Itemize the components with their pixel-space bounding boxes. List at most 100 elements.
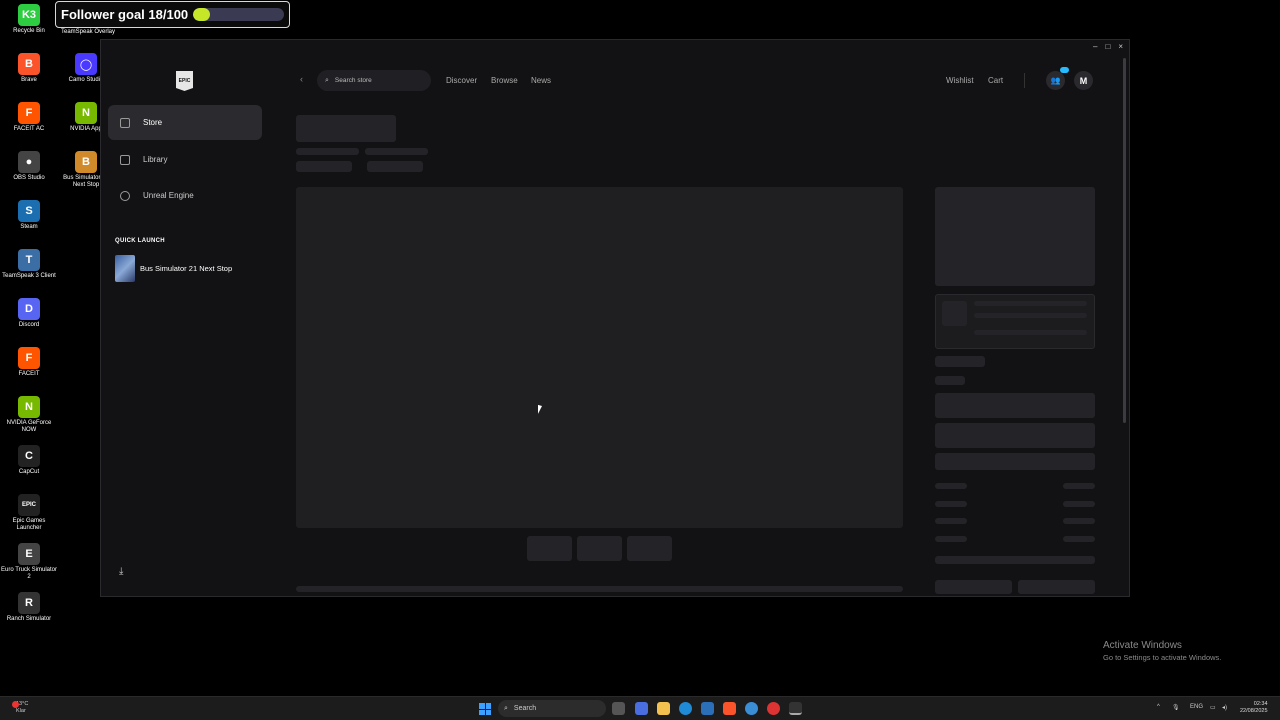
store-icon[interactable] (701, 702, 714, 715)
capcut-icon: C (18, 445, 40, 467)
search-icon: ⌕ (504, 704, 508, 712)
quick-launch-item[interactable]: Bus Simulator 21 Next Stop (115, 255, 232, 282)
scrollbar[interactable] (1123, 58, 1126, 423)
follower-goal-bar (193, 8, 284, 21)
nav-link-discover[interactable]: Discover (446, 76, 477, 85)
search-icon: ⌕ (325, 76, 329, 84)
desktop-icon-steam[interactable]: S Steam (0, 200, 58, 231)
skeleton-line (1063, 536, 1095, 542)
faceit-ac-icon: F (18, 102, 40, 124)
desktop-icon-label: NVIDIA GeForce NOW (6, 420, 52, 433)
clock-time: 02:34 (1253, 701, 1268, 707)
file-explorer-icon[interactable] (657, 702, 670, 715)
game-thumbnail (115, 255, 135, 282)
teamspeak-icon[interactable] (745, 702, 758, 715)
desktop-icon-label: FACEIT AC (13, 126, 45, 132)
download-icon[interactable]: ⤓ (119, 566, 123, 577)
desktop-icon-brave[interactable]: B Brave (0, 53, 58, 84)
skeleton-line (296, 161, 352, 172)
store-topbar: ‹ ⌕ Search store Discover Browse News Wi… (296, 67, 1129, 92)
maximize-button[interactable]: □ (1105, 42, 1110, 51)
search-placeholder: Search store (334, 77, 372, 84)
sidebar: EPIC Store Library Unreal Engine QUICK L… (101, 40, 271, 596)
desktop-icon-label: Ranch Simulator (6, 616, 52, 622)
minimize-button[interactable]: – (1093, 42, 1097, 51)
desktop-icon-faceit[interactable]: F FACEIT (0, 347, 58, 378)
desktop-icon-euro-truck-simulator-2[interactable]: E Euro Truck Simulator 2 (0, 543, 58, 581)
taskbar-search-placeholder: Search (513, 705, 537, 712)
mouse-cursor-icon (538, 404, 546, 417)
brave-icon: B (18, 53, 40, 75)
chevron-up-icon[interactable]: ^ (1157, 704, 1160, 710)
desktop-icon-recycle-bin[interactable]: K3 Recycle Bin (0, 4, 58, 35)
copilot-icon[interactable] (635, 702, 648, 715)
chrome-icon[interactable] (767, 702, 780, 715)
wishlist-link[interactable]: Wishlist (946, 76, 974, 85)
skeleton-line (935, 556, 1095, 564)
skeleton-button (935, 423, 1095, 448)
desktop-icon-capcut[interactable]: C CapCut (0, 445, 58, 476)
unreal-icon (120, 190, 130, 201)
close-button[interactable]: × (1118, 42, 1123, 51)
friends-icon[interactable]: 👥 (1046, 71, 1065, 90)
follower-goal-text: Follower goal 18/100 (61, 7, 189, 22)
task-view-icon[interactable] (612, 702, 625, 715)
edge-icon[interactable] (679, 702, 692, 715)
skeleton-line (974, 330, 1087, 335)
epic-games-icon[interactable] (789, 702, 802, 715)
desktop-icon-nvidia-geforce-now[interactable]: N NVIDIA GeForce NOW (0, 396, 58, 434)
skeleton-line (935, 536, 967, 542)
brave-icon[interactable] (723, 702, 736, 715)
sidebar-item-label: Library (143, 155, 168, 164)
tag-icon (120, 117, 130, 128)
skeleton-button (935, 580, 1012, 594)
desktop-icon-teamspeak-3-client[interactable]: T TeamSpeak 3 Client (0, 249, 58, 280)
skeleton-title (296, 115, 396, 142)
obs-studio-icon: ● (18, 151, 40, 173)
sidebar-item-library[interactable]: Library (108, 142, 262, 177)
nav-link-browse[interactable]: Browse (491, 76, 518, 85)
mic-icon[interactable]: 🎙 (1172, 704, 1180, 711)
volume-icon[interactable]: ◂) (1222, 704, 1227, 711)
skeleton-button (1018, 580, 1095, 594)
skeleton-hero (296, 187, 903, 528)
skeleton-line (1063, 518, 1095, 524)
skeleton-line (974, 301, 1087, 306)
weather-widget[interactable]: 13°C Klar (12, 701, 28, 715)
avatar[interactable]: M (1074, 71, 1093, 90)
quick-launch-title: QUICK LAUNCH (115, 238, 165, 244)
desktop-icon-faceit-ac[interactable]: F FACEIT AC (0, 102, 58, 133)
desktop-icon-label: Discord (18, 322, 40, 328)
nvidia-geforce-now-icon: N (18, 396, 40, 418)
discord-icon: D (18, 298, 40, 320)
cart-link[interactable]: Cart (988, 76, 1003, 85)
sidebar-item-unreal-engine[interactable]: Unreal Engine (108, 178, 262, 213)
weather-desc: Klar (16, 708, 26, 714)
weather-alert-icon (12, 701, 19, 708)
windows-start-icon[interactable] (479, 703, 491, 715)
back-icon[interactable]: ‹ (300, 74, 303, 84)
taskbar-search-input[interactable]: ⌕ Search (498, 700, 606, 717)
desktop-icon-discord[interactable]: D Discord (0, 298, 58, 329)
skeleton-line (1063, 483, 1095, 489)
bus-simulator-21-next-stop-icon: B (75, 151, 97, 173)
search-input[interactable]: ⌕ Search store (317, 70, 431, 91)
activate-windows-title: Activate Windows (1103, 640, 1182, 651)
library-icon (120, 154, 130, 165)
network-icon[interactable]: ▭ (1210, 704, 1216, 711)
teamspeak-overlay-label: TeamSpeak Overlay (61, 29, 116, 35)
sidebar-item-store[interactable]: Store (108, 105, 262, 140)
skeleton-line (935, 356, 985, 367)
epic-logo[interactable]: EPIC (176, 71, 193, 91)
language-indicator[interactable]: ENG (1190, 704, 1203, 710)
desktop-icon-epic-games-launcher[interactable]: EPIC Epic Games Launcher (0, 494, 58, 532)
skeleton-button (935, 393, 1095, 418)
euro-truck-simulator-2-icon: E (18, 543, 40, 565)
clock[interactable]: 02:34 22/08/2025 (1240, 701, 1268, 715)
skeleton-line (367, 161, 423, 172)
skeleton-side-image (935, 187, 1095, 286)
desktop-icon-obs-studio[interactable]: ● OBS Studio (0, 151, 58, 182)
desktop-icon-ranch-simulator[interactable]: R Ranch Simulator (0, 592, 58, 623)
nav-link-news[interactable]: News (531, 76, 551, 85)
ranch-simulator-icon: R (18, 592, 40, 614)
